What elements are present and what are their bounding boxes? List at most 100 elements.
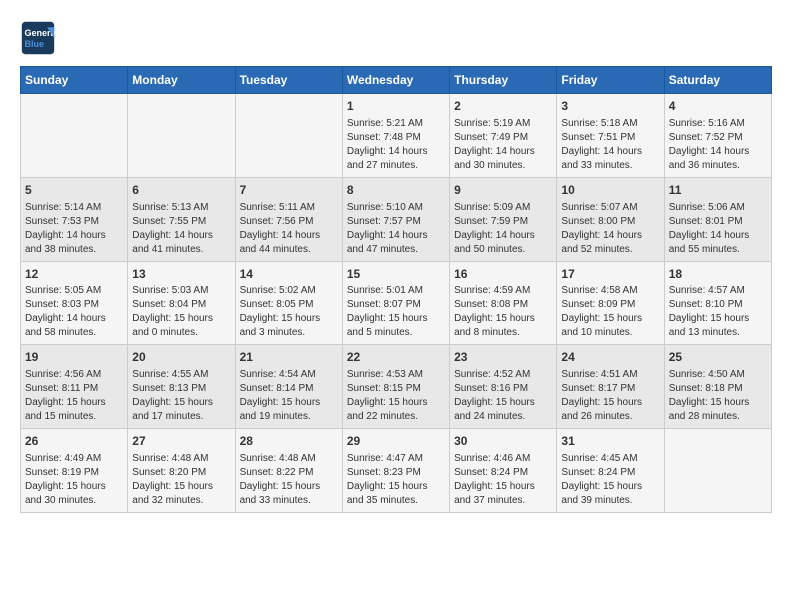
day-info: and 55 minutes. [669,243,767,257]
day-info: Daylight: 15 hours [240,480,338,494]
day-info: Sunrise: 4:57 AM [669,284,767,298]
calendar-day-cell: 7Sunrise: 5:11 AMSunset: 7:56 PMDaylight… [235,177,342,261]
day-number: 1 [347,98,445,115]
day-info: Daylight: 15 hours [561,396,659,410]
calendar-day-cell: 2Sunrise: 5:19 AMSunset: 7:49 PMDaylight… [450,94,557,178]
calendar-day-cell: 19Sunrise: 4:56 AMSunset: 8:11 PMDayligh… [21,345,128,429]
day-info: Sunrise: 4:48 AM [240,452,338,466]
day-number: 15 [347,266,445,283]
day-info: Sunset: 7:49 PM [454,131,552,145]
day-number: 18 [669,266,767,283]
day-info: Daylight: 15 hours [132,312,230,326]
day-info: Sunrise: 5:07 AM [561,201,659,215]
day-number: 26 [25,433,123,450]
calendar-day-cell: 23Sunrise: 4:52 AMSunset: 8:16 PMDayligh… [450,345,557,429]
day-info: and 22 minutes. [347,410,445,424]
weekday-header: Friday [557,67,664,94]
header: General Blue [20,20,772,56]
weekday-header: Wednesday [342,67,449,94]
day-info: Sunset: 8:24 PM [561,466,659,480]
day-info: Sunset: 8:10 PM [669,298,767,312]
day-info: and 30 minutes. [25,494,123,508]
day-number: 16 [454,266,552,283]
calendar-day-cell: 22Sunrise: 4:53 AMSunset: 8:15 PMDayligh… [342,345,449,429]
calendar-day-cell: 15Sunrise: 5:01 AMSunset: 8:07 PMDayligh… [342,261,449,345]
weekday-header: Monday [128,67,235,94]
day-info: Sunset: 7:51 PM [561,131,659,145]
day-info: and 41 minutes. [132,243,230,257]
calendar-day-cell: 26Sunrise: 4:49 AMSunset: 8:19 PMDayligh… [21,429,128,513]
day-info: Daylight: 14 hours [347,145,445,159]
day-info: Sunrise: 4:55 AM [132,368,230,382]
calendar-day-cell: 21Sunrise: 4:54 AMSunset: 8:14 PMDayligh… [235,345,342,429]
day-info: Sunrise: 5:13 AM [132,201,230,215]
day-info: Daylight: 15 hours [561,312,659,326]
day-number: 27 [132,433,230,450]
calendar-day-cell: 13Sunrise: 5:03 AMSunset: 8:04 PMDayligh… [128,261,235,345]
day-number: 7 [240,182,338,199]
day-info: Daylight: 14 hours [561,145,659,159]
day-info: Daylight: 14 hours [669,229,767,243]
weekday-header: Saturday [664,67,771,94]
weekday-header: Thursday [450,67,557,94]
day-info: and 19 minutes. [240,410,338,424]
day-info: Sunset: 8:24 PM [454,466,552,480]
day-info: Sunset: 8:11 PM [25,382,123,396]
calendar-day-cell: 9Sunrise: 5:09 AMSunset: 7:59 PMDaylight… [450,177,557,261]
day-info: Sunrise: 4:52 AM [454,368,552,382]
day-info: Daylight: 15 hours [347,480,445,494]
day-info: Sunset: 7:57 PM [347,215,445,229]
day-info: and 10 minutes. [561,326,659,340]
calendar-day-cell: 11Sunrise: 5:06 AMSunset: 8:01 PMDayligh… [664,177,771,261]
day-info: Daylight: 14 hours [25,229,123,243]
day-number: 3 [561,98,659,115]
calendar-day-cell [235,94,342,178]
day-info: Sunrise: 5:19 AM [454,117,552,131]
calendar-day-cell: 30Sunrise: 4:46 AMSunset: 8:24 PMDayligh… [450,429,557,513]
day-info: Sunset: 8:17 PM [561,382,659,396]
day-info: Sunrise: 4:59 AM [454,284,552,298]
day-info: Sunrise: 4:46 AM [454,452,552,466]
day-number: 4 [669,98,767,115]
day-info: Sunrise: 5:14 AM [25,201,123,215]
weekday-header: Tuesday [235,67,342,94]
calendar-day-cell: 25Sunrise: 4:50 AMSunset: 8:18 PMDayligh… [664,345,771,429]
day-number: 19 [25,349,123,366]
day-info: Sunset: 8:14 PM [240,382,338,396]
day-info: Daylight: 14 hours [25,312,123,326]
day-info: and 26 minutes. [561,410,659,424]
day-info: Sunset: 7:55 PM [132,215,230,229]
day-number: 10 [561,182,659,199]
calendar-day-cell: 4Sunrise: 5:16 AMSunset: 7:52 PMDaylight… [664,94,771,178]
calendar-day-cell: 1Sunrise: 5:21 AMSunset: 7:48 PMDaylight… [342,94,449,178]
calendar-week-row: 5Sunrise: 5:14 AMSunset: 7:53 PMDaylight… [21,177,772,261]
day-info: Sunrise: 4:45 AM [561,452,659,466]
day-info: Sunrise: 4:48 AM [132,452,230,466]
day-info: and 47 minutes. [347,243,445,257]
day-info: Sunset: 8:19 PM [25,466,123,480]
day-info: and 27 minutes. [347,159,445,173]
day-info: Sunrise: 5:18 AM [561,117,659,131]
day-info: Sunrise: 5:01 AM [347,284,445,298]
calendar-day-cell: 31Sunrise: 4:45 AMSunset: 8:24 PMDayligh… [557,429,664,513]
day-number: 5 [25,182,123,199]
day-number: 30 [454,433,552,450]
day-info: and 30 minutes. [454,159,552,173]
day-info: Sunrise: 5:09 AM [454,201,552,215]
day-info: and 0 minutes. [132,326,230,340]
logo-icon: General Blue [20,20,56,56]
day-number: 20 [132,349,230,366]
day-info: Sunset: 8:20 PM [132,466,230,480]
calendar-day-cell: 20Sunrise: 4:55 AMSunset: 8:13 PMDayligh… [128,345,235,429]
calendar-day-cell: 28Sunrise: 4:48 AMSunset: 8:22 PMDayligh… [235,429,342,513]
day-info: and 24 minutes. [454,410,552,424]
day-info: and 17 minutes. [132,410,230,424]
day-info: and 36 minutes. [669,159,767,173]
weekday-header: Sunday [21,67,128,94]
day-info: and 44 minutes. [240,243,338,257]
day-number: 13 [132,266,230,283]
calendar-day-cell: 3 Sunrise: 5:18 AMSunset: 7:51 PMDaylight… [557,94,664,178]
day-number: 9 [454,182,552,199]
day-info: and 52 minutes. [561,243,659,257]
day-info: Sunset: 8:22 PM [240,466,338,480]
